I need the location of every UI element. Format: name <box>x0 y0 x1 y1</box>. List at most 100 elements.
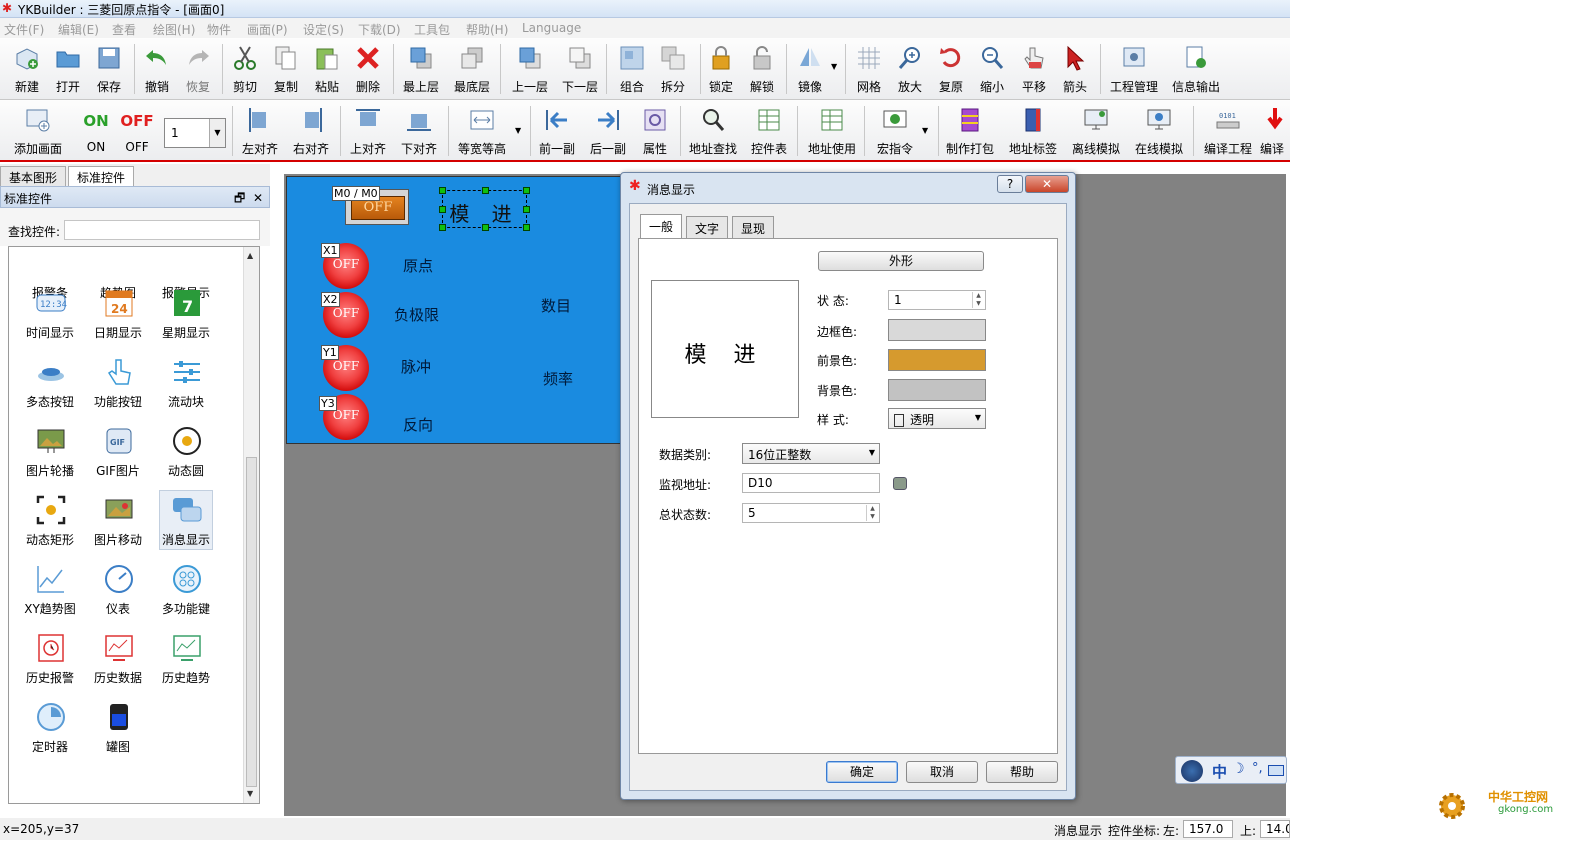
address-search-button[interactable]: 地址查找 <box>689 100 737 158</box>
info-output-button[interactable]: 信息输出 <box>1172 38 1220 96</box>
mirror-button[interactable]: 镜像 <box>788 38 832 96</box>
same-size-button[interactable]: 等宽等高 <box>458 100 506 158</box>
address-tag-button[interactable]: 地址标签 <box>1009 100 1057 158</box>
palette-item-gauge[interactable]: 仪表 <box>86 559 150 625</box>
palette-item-date-display[interactable]: 24 日期显示 <box>86 283 150 349</box>
left-coordinate-field[interactable]: 157.0 <box>1183 820 1233 838</box>
palette-item-history-alarm[interactable]: 历史报警 <box>18 628 82 694</box>
off-button[interactable]: OFF OFF <box>115 100 159 158</box>
layer-down-button[interactable]: 下一层 <box>558 38 602 96</box>
close-dialog-button[interactable]: ✕ <box>1025 175 1069 193</box>
back-color-swatch[interactable] <box>888 379 986 401</box>
align-left-button[interactable]: 左对齐 <box>238 100 282 158</box>
menu-view[interactable]: 查看 <box>112 21 136 38</box>
prev-screen-button[interactable]: 前一副 <box>535 100 579 158</box>
scroll-down-icon[interactable]: ▼ <box>247 789 253 798</box>
cancel-button[interactable]: 取消 <box>906 761 978 783</box>
tab-visibility[interactable]: 显现 <box>732 216 775 238</box>
tab-general[interactable]: 一般 <box>640 214 683 239</box>
same-size-dropdown-icon[interactable]: ▼ <box>515 126 521 135</box>
message-display-control[interactable]: 模 进 <box>439 187 530 231</box>
palette-item-timer[interactable]: 定时器 <box>18 697 82 763</box>
punctuation-icon[interactable]: °, <box>1252 761 1263 776</box>
palette-item-flow-block[interactable]: 流动块 <box>154 352 218 418</box>
menu-settings[interactable]: 设定(S) <box>303 21 344 38</box>
tab-basic-shapes[interactable]: 基本图形 <box>0 166 67 186</box>
palette-item-dynamic-rect[interactable]: 动态矩形 <box>18 490 82 556</box>
resize-handle[interactable] <box>523 206 530 213</box>
state-spinner[interactable]: 1 ▲ ▼ <box>888 290 986 310</box>
help-button[interactable]: 帮助 <box>986 761 1058 783</box>
palette-item-time-display[interactable]: 12:34 时间显示 <box>18 283 82 349</box>
address-usage-button[interactable]: 地址使用 <box>808 100 856 158</box>
align-right-button[interactable]: 右对齐 <box>289 100 333 158</box>
compile-download-button[interactable]: 编译 <box>1260 100 1290 158</box>
compile-project-button[interactable]: 0101 编译工程 <box>1204 100 1252 158</box>
hmi-screen-canvas[interactable]: OFF M0 / M0 模 进 OFF X1 原点 OFF X2 负极限 OFF… <box>286 176 622 444</box>
scroll-up-icon[interactable]: ▲ <box>247 251 253 260</box>
control-search-input[interactable] <box>64 220 260 240</box>
border-color-swatch[interactable] <box>888 319 986 341</box>
close-icon[interactable]: ✕ <box>253 191 263 205</box>
monitor-address-input[interactable]: D10 <box>742 473 880 493</box>
delete-button[interactable]: 删除 <box>346 38 390 96</box>
keyboard-icon[interactable] <box>1268 765 1284 776</box>
spinner-arrows-icon[interactable]: ▲ ▼ <box>972 292 984 308</box>
scroll-thumb[interactable] <box>246 457 257 787</box>
palette-item-multi-key[interactable]: 多功能键 <box>154 559 218 625</box>
palette-item-message-display[interactable]: 消息显示 <box>159 490 213 550</box>
menu-download[interactable]: 下载(D) <box>358 21 401 38</box>
offline-sim-button[interactable]: 离线模拟 <box>1072 100 1120 158</box>
resize-handle[interactable] <box>439 224 446 231</box>
spinner-arrows-icon[interactable]: ▲ ▼ <box>866 505 878 521</box>
resize-handle[interactable] <box>523 224 530 231</box>
ime-logo-icon[interactable] <box>1181 760 1203 782</box>
align-bottom-button[interactable]: 下对齐 <box>397 100 441 158</box>
properties-button[interactable]: 属性 <box>633 100 677 158</box>
palette-item-history-trend[interactable]: 历史趋势 <box>154 628 218 694</box>
menu-object[interactable]: 物件 <box>207 21 231 38</box>
bring-front-button[interactable]: 最上层 <box>399 38 443 96</box>
menu-help[interactable]: 帮助(H) <box>466 21 508 38</box>
resize-handle[interactable] <box>482 187 489 194</box>
palette-item-gif-image[interactable]: GIF GIF图片 <box>86 421 150 487</box>
mirror-dropdown-icon[interactable]: ▼ <box>831 62 837 71</box>
fore-color-swatch[interactable] <box>888 349 986 371</box>
arrow-button[interactable]: 箭头 <box>1053 38 1097 96</box>
control-table-button[interactable]: 控件表 <box>747 100 791 158</box>
state-count-spinner[interactable]: 5 ▲ ▼ <box>742 503 880 523</box>
palette-item-function-button[interactable]: 功能按钮 <box>86 352 150 418</box>
package-button[interactable]: 制作打包 <box>946 100 994 158</box>
palette-item-week-display[interactable]: 7 星期显示 <box>154 283 218 349</box>
add-screen-button[interactable]: 添加画面 <box>14 100 62 158</box>
project-manage-button[interactable]: 工程管理 <box>1110 38 1158 96</box>
datatype-select[interactable]: 16位正整数 ▼ <box>742 443 880 464</box>
tab-standard-controls[interactable]: 标准控件 <box>68 166 135 186</box>
palette-item-slideshow[interactable]: 图片轮播 <box>18 421 82 487</box>
menu-draw[interactable]: 绘图(H) <box>153 21 195 38</box>
macro-dropdown-icon[interactable]: ▼ <box>922 126 928 135</box>
menu-language[interactable]: Language <box>522 21 581 35</box>
resize-handle[interactable] <box>439 187 446 194</box>
address-picker-icon[interactable] <box>893 477 907 490</box>
resize-handle[interactable] <box>523 187 530 194</box>
align-top-button[interactable]: 上对齐 <box>346 100 390 158</box>
screen-select[interactable]: 1 ▼ <box>164 118 226 148</box>
float-icon[interactable]: 🗗 <box>234 191 245 205</box>
menu-file[interactable]: 文件(F) <box>4 21 44 38</box>
shape-button[interactable]: 外形 <box>818 251 984 271</box>
ime-lang-toggle[interactable]: 中 <box>1212 761 1227 782</box>
resize-handle[interactable] <box>439 206 446 213</box>
palette-item-xy-trend[interactable]: XY趋势图 <box>18 559 82 625</box>
ok-button[interactable]: 确定 <box>826 761 898 783</box>
macro-button[interactable]: 宏指令 <box>873 100 917 158</box>
tab-text[interactable]: 文字 <box>686 216 729 238</box>
palette-item-tank[interactable]: 罐图 <box>86 697 150 763</box>
help-title-button[interactable]: ? <box>997 175 1023 193</box>
palette-item-multistate-button[interactable]: 多态按钮 <box>18 352 82 418</box>
send-back-button[interactable]: 最底层 <box>450 38 494 96</box>
layer-up-button[interactable]: 上一层 <box>508 38 552 96</box>
palette-scrollbar[interactable]: ▲ ▼ <box>243 247 259 803</box>
online-sim-button[interactable]: 在线模拟 <box>1135 100 1183 158</box>
menu-screen[interactable]: 画面(P) <box>247 21 288 38</box>
